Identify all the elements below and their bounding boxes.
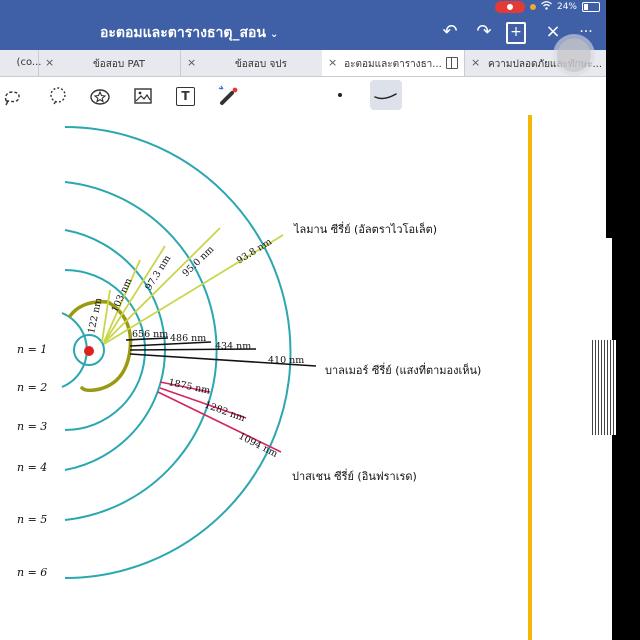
tab-jpr-exam[interactable]: × ข้อสอบ จปร <box>180 50 323 76</box>
undo-icon[interactable]: ↶ <box>438 20 462 44</box>
laser-pointer-icon[interactable] <box>218 85 240 107</box>
battery-level: 24% <box>556 2 577 12</box>
document-title-button[interactable]: อะตอมและตารางธาตุ_สอน ⌄ <box>100 22 278 44</box>
assistive-touch-button[interactable] <box>557 38 591 72</box>
battery-icon <box>582 2 600 12</box>
shape-icon[interactable] <box>47 85 69 107</box>
pen-stroke-icon[interactable] <box>370 80 402 110</box>
background-scan-texture <box>592 340 616 435</box>
close-icon[interactable]: × <box>541 20 565 44</box>
level-label-n5: n = 5 <box>17 513 47 526</box>
tab-pat-exam[interactable]: × ข้อสอบ PAT <box>38 50 181 76</box>
tab-close-icon[interactable]: × <box>471 56 480 69</box>
wavelength-label: 656 nm <box>132 329 168 340</box>
device-edge <box>592 0 640 640</box>
wavelength-label: 486 nm <box>170 333 206 344</box>
status-bar: 24% <box>494 0 600 14</box>
wavelength-label: 93.8 nm <box>235 236 274 266</box>
wavelength-label: 1875 nm <box>167 377 211 397</box>
balmer-series-label: บาลเมอร์ ซีรี่ย์ (แสงที่ตามองเห็น) <box>325 362 481 377</box>
title-bar: อะตอมและตารางธาตุ_สอน ⌄ ↶ ↷ + × ··· 24% <box>0 0 606 50</box>
wavelength-label: 410 nm <box>268 355 304 366</box>
document-title: อะตอมและตารางธาตุ_สอน <box>100 25 266 41</box>
hydrogen-spectrum-diagram: 122 nm 103 nm 97.3 nm 95.0 nm 93.8 nm 65… <box>17 126 481 579</box>
tab-label: อะตอมและตารางธา... <box>344 59 442 70</box>
image-icon[interactable] <box>132 85 154 107</box>
split-view-icon[interactable] <box>446 57 458 69</box>
orbit-group <box>61 126 292 579</box>
tab-close-icon[interactable]: × <box>187 56 196 69</box>
sticker-icon[interactable] <box>89 85 111 107</box>
redo-icon[interactable]: ↷ <box>472 20 496 44</box>
app-screen: อะตอมและตารางธาตุ_สอน ⌄ ↶ ↷ + × ··· 24% (… <box>0 0 606 640</box>
wavelength-label: 1282 nm <box>203 399 247 424</box>
mic-indicator-icon <box>529 4 536 10</box>
tool-bar: T <box>0 77 606 116</box>
lyman-series-label: ไลมาน ซีรี่ย์ (อัลตราไวโอเล็ต) <box>293 221 437 236</box>
level-label-n4: n = 4 <box>17 461 47 474</box>
text-icon[interactable]: T <box>176 87 195 106</box>
pen-dot-icon[interactable] <box>338 93 342 97</box>
tab-label: ข้อสอบ PAT <box>92 59 146 70</box>
wavelength-label: 103 nm <box>110 277 135 315</box>
orbit-n6 <box>64 126 292 579</box>
tab-atom-periodic-table[interactable]: × อะตอมและตารางธา... <box>322 50 464 76</box>
wavelength-label: 434 nm <box>215 341 251 352</box>
tab-close-icon[interactable]: × <box>45 56 54 69</box>
tab-close-icon[interactable]: × <box>328 56 337 69</box>
paschen-series-label: ปาสเชน ซีรี่ย์ (อินฟราเรด) <box>292 468 417 483</box>
level-label-n3: n = 3 <box>17 420 47 433</box>
screen-record-icon <box>494 1 525 13</box>
level-label-n6: n = 6 <box>17 566 47 579</box>
add-page-icon[interactable]: + <box>506 22 526 44</box>
tab-label: ข้อสอบ จปร <box>234 59 288 70</box>
level-label-n2: n = 2 <box>17 381 47 394</box>
nucleus <box>84 346 94 356</box>
paschen-labels: 1875 nm 1282 nm 1094 nm <box>167 377 279 460</box>
background-page-edge <box>606 238 612 640</box>
wifi-icon <box>541 1 552 13</box>
energy-level-labels: n = 1 n = 2 n = 3 n = 4 n = 5 n = 6 <box>17 343 47 579</box>
level-label-n1: n = 1 <box>17 343 47 356</box>
wavelength-label: 1094 nm <box>237 431 280 460</box>
lasso-icon[interactable] <box>2 85 24 107</box>
series-labels: ไลมาน ซีรี่ย์ (อัลตราไวโอเล็ต) บาลเมอร์ … <box>292 221 481 483</box>
document-tabs: (co... × ข้อสอบ PAT × ข้อสอบ จปร × อะตอม… <box>0 50 606 77</box>
chevron-down-icon: ⌄ <box>269 29 279 40</box>
